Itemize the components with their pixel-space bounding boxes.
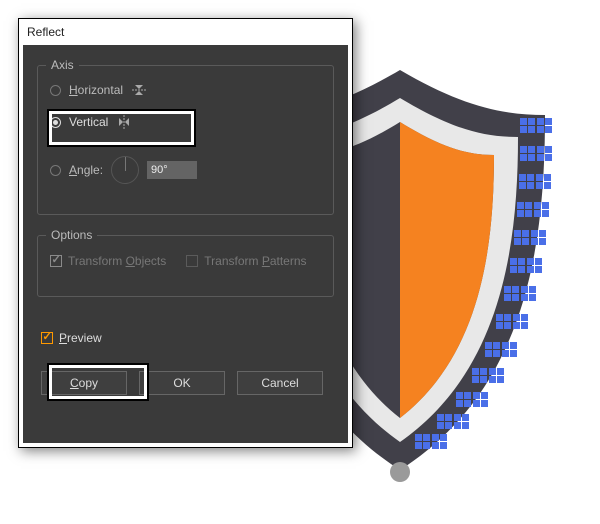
radio-angle[interactable] bbox=[50, 165, 61, 176]
preview-row[interactable]: Preview bbox=[41, 331, 102, 345]
angle-input[interactable] bbox=[147, 161, 197, 179]
preview-checkbox[interactable] bbox=[41, 332, 53, 344]
options-row: Transform Objects Transform Patterns bbox=[50, 254, 307, 268]
copy-button[interactable]: Copy bbox=[41, 371, 127, 395]
transform-patterns-label: Transform Patterns bbox=[204, 254, 306, 268]
radio-vertical[interactable] bbox=[50, 117, 61, 128]
axis-vertical-row[interactable]: Vertical bbox=[50, 114, 132, 130]
axis-group: Axis Horizontal Vertical Angle: bbox=[37, 65, 334, 215]
cancel-button[interactable]: Cancel bbox=[237, 371, 323, 395]
transform-patterns-checkbox bbox=[186, 255, 198, 267]
preview-label: Preview bbox=[59, 331, 102, 345]
dialog-titlebar[interactable]: Reflect bbox=[19, 19, 352, 45]
dialog-title: Reflect bbox=[27, 25, 64, 39]
options-legend: Options bbox=[46, 228, 97, 242]
reflect-horizontal-icon bbox=[131, 82, 147, 98]
transform-objects-label: Transform Objects bbox=[68, 254, 166, 268]
angle-knob[interactable] bbox=[111, 156, 139, 184]
reflect-vertical-icon bbox=[116, 114, 132, 130]
ok-button[interactable]: OK bbox=[139, 371, 225, 395]
axis-angle-row[interactable]: Angle: bbox=[50, 156, 197, 184]
radio-horizontal[interactable] bbox=[50, 85, 61, 96]
axis-horizontal-row[interactable]: Horizontal bbox=[50, 82, 147, 98]
angle-label: Angle: bbox=[69, 163, 103, 177]
axis-legend: Axis bbox=[46, 58, 79, 72]
options-group: Options Transform Objects Transform Patt… bbox=[37, 235, 334, 297]
reflect-dialog: Reflect Axis Horizontal Vertical Angle: bbox=[18, 18, 353, 448]
transform-objects-checkbox bbox=[50, 255, 62, 267]
axis-vertical-label: Vertical bbox=[69, 115, 108, 129]
axis-horizontal-label: Horizontal bbox=[69, 83, 123, 97]
